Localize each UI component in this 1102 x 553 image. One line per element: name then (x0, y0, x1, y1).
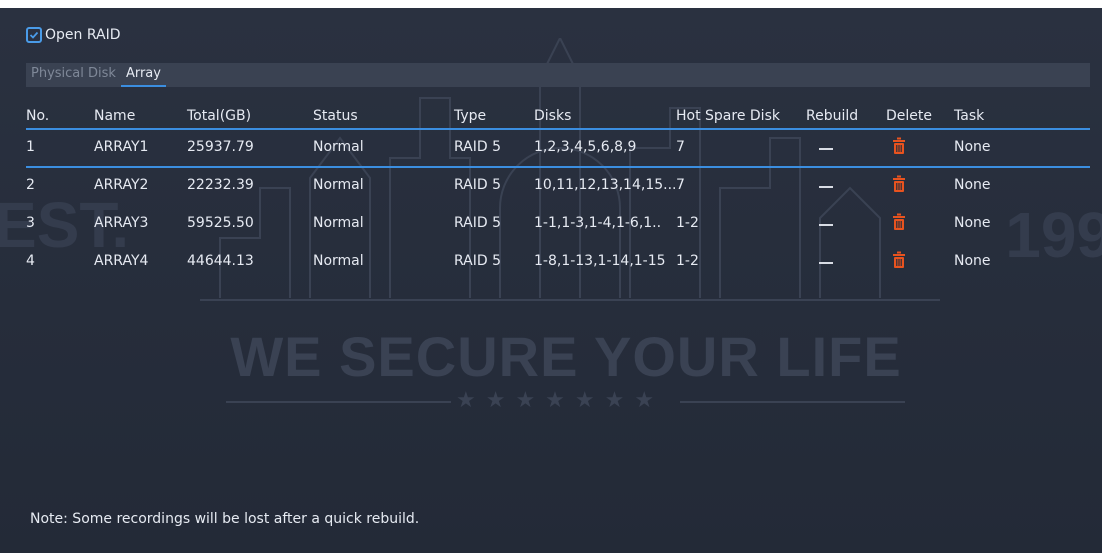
cell-type: RAID 5 (454, 139, 502, 155)
rebuild-dash-icon[interactable] (819, 262, 833, 264)
cell-no: 2 (26, 177, 35, 193)
open-raid-label: Open RAID (45, 27, 121, 43)
header-hot-spare: Hot Spare Disk (676, 108, 780, 124)
cell-hot-spare: 7 (676, 177, 685, 193)
cell-hot-spare: 7 (676, 139, 685, 155)
header-total: Total(GB) (187, 108, 252, 124)
cell-type: RAID 5 (454, 253, 502, 269)
header-delete: Delete (886, 108, 932, 124)
header-status: Status (313, 108, 358, 124)
tab-physical-disk[interactable]: Physical Disk (26, 63, 121, 87)
rebuild-dash-icon[interactable] (819, 224, 833, 226)
header-name: Name (94, 108, 136, 124)
cell-disks: 10,11,12,13,14,15... (534, 177, 677, 193)
trash-icon[interactable] (891, 251, 907, 269)
cell-total: 22232.39 (187, 177, 254, 193)
cell-status: Normal (313, 177, 364, 193)
tab-array[interactable]: Array (120, 63, 166, 87)
cell-total: 44644.13 (187, 253, 254, 269)
cell-total: 25937.79 (187, 139, 254, 155)
table-row[interactable]: 1 ARRAY1 25937.79 Normal RAID 5 1,2,3,4,… (26, 132, 1090, 168)
cell-no: 1 (26, 139, 35, 155)
tab-bar: Physical Disk Array (26, 63, 1090, 87)
table-header: No. Name Total(GB) Status Type Disks Hot… (26, 108, 1090, 130)
open-raid-toggle[interactable]: Open RAID (26, 27, 121, 43)
cell-status: Normal (313, 215, 364, 231)
cell-name: ARRAY1 (94, 139, 149, 155)
cell-task: None (954, 215, 991, 231)
cell-no: 4 (26, 253, 35, 269)
cell-task: None (954, 253, 991, 269)
header-no: No. (26, 108, 50, 124)
watermark-line-left (226, 401, 451, 403)
cell-name: ARRAY2 (94, 177, 149, 193)
table-row[interactable]: 2 ARRAY2 22232.39 Normal RAID 5 10,11,12… (26, 170, 1090, 204)
trash-icon[interactable] (891, 137, 907, 155)
cell-hot-spare: 1-2 (676, 215, 699, 231)
rebuild-dash-icon[interactable] (819, 186, 833, 188)
cell-type: RAID 5 (454, 177, 502, 193)
rebuild-dash-icon[interactable] (819, 148, 833, 150)
header-type: Type (454, 108, 487, 124)
cell-hot-spare: 1-2 (676, 253, 699, 269)
cell-task: None (954, 139, 991, 155)
cell-name: ARRAY3 (94, 215, 149, 231)
header-task: Task (954, 108, 985, 124)
cell-total: 59525.50 (187, 215, 254, 231)
cell-type: RAID 5 (454, 215, 502, 231)
raid-panel: EST. 199 WE SECURE YOUR LIFE ★★★★★★★ Ope… (0, 8, 1102, 553)
cell-no: 3 (26, 215, 35, 231)
watermark-stars: ★★★★★★★ (456, 388, 665, 413)
cell-disks: 1-8,1-13,1-14,1-15 (534, 253, 666, 269)
cell-disks: 1,2,3,4,5,6,8,9 (534, 139, 637, 155)
watermark-tagline: WE SECURE YOUR LIFE (230, 325, 902, 388)
cell-disks: 1-1,1-3,1-4,1-6,1.. (534, 215, 662, 231)
checkbox-checked-icon[interactable] (26, 27, 42, 43)
trash-icon[interactable] (891, 213, 907, 231)
header-rebuild: Rebuild (806, 108, 859, 124)
cell-name: ARRAY4 (94, 253, 149, 269)
cell-task: None (954, 177, 991, 193)
table-row[interactable]: 3 ARRAY3 59525.50 Normal RAID 5 1-1,1-3,… (26, 208, 1090, 242)
header-disks: Disks (534, 108, 572, 124)
table-row[interactable]: 4 ARRAY4 44644.13 Normal RAID 5 1-8,1-13… (26, 246, 1090, 280)
trash-icon[interactable] (891, 175, 907, 193)
watermark-line-right (680, 401, 905, 403)
cell-status: Normal (313, 253, 364, 269)
cell-status: Normal (313, 139, 364, 155)
quick-rebuild-note: Note: Some recordings will be lost after… (30, 511, 420, 527)
